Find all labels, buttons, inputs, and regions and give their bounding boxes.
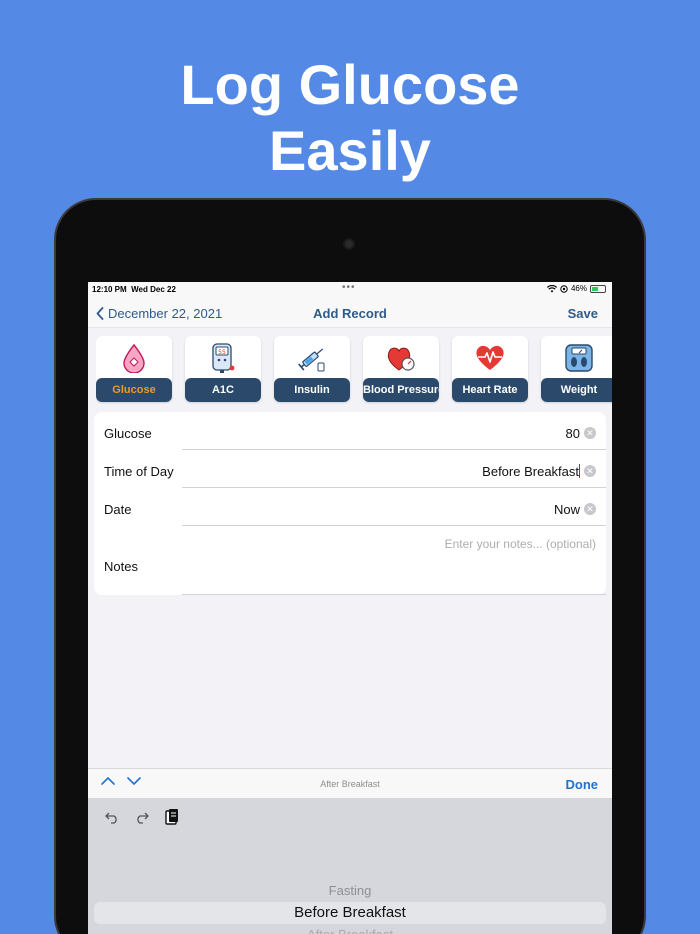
category-a1c[interactable]: 55 A1C [185, 336, 261, 402]
notes-row[interactable]: Notes Enter your notes... (optional) [94, 527, 606, 595]
category-label: Insulin [274, 378, 350, 402]
chevron-left-icon [96, 307, 104, 320]
picker-option[interactable]: Fasting [88, 880, 612, 902]
status-date-text: Wed Dec 22 [131, 285, 176, 294]
wifi-icon [546, 284, 557, 292]
status-time-text: 12:10 PM [92, 285, 127, 294]
divider [182, 594, 606, 595]
heart-rate-icon [476, 345, 504, 370]
back-button[interactable]: December 22, 2021 [96, 306, 222, 321]
headline-line-2: Easily [269, 119, 431, 182]
time-of-day-label: Time of Day [104, 464, 174, 479]
date-label: Date [104, 502, 132, 517]
clear-date-icon[interactable]: ✕ [584, 503, 596, 515]
divider [182, 525, 606, 526]
navigation-bar: December 22, 2021 Add Record Save [88, 298, 612, 328]
time-of-day-picker[interactable]: Fasting Before Breakfast After Breakfast [88, 880, 612, 934]
category-blood-pressure[interactable]: Blood Pressure [363, 336, 439, 402]
time-of-day-field[interactable]: Before Breakfast [482, 464, 580, 479]
redo-icon[interactable] [134, 810, 150, 824]
category-label: Glucose [96, 378, 172, 402]
paste-icon[interactable] [164, 808, 180, 826]
date-field[interactable]: Now [554, 502, 580, 517]
status-right: 46% [546, 284, 606, 293]
accessory-hint: After Breakfast [320, 779, 380, 789]
keyboard-accessory-bar: After Breakfast Done [88, 768, 612, 798]
date-row[interactable]: Date Now ✕ [94, 488, 606, 526]
category-label: Blood Pressure [363, 378, 439, 402]
notes-field[interactable]: Enter your notes... (optional) [445, 537, 596, 551]
back-button-label: December 22, 2021 [108, 306, 223, 321]
record-form: Glucose 80 ✕ Time of Day Before Breakfas… [94, 412, 606, 595]
category-weight[interactable]: Weight [541, 336, 612, 402]
glucometer-icon: 55 [212, 343, 235, 373]
undo-icon[interactable] [104, 810, 120, 824]
headline: Log Glucose Easily [0, 52, 700, 184]
clear-time-of-day-icon[interactable]: ✕ [584, 465, 596, 477]
done-button[interactable]: Done [566, 777, 599, 792]
category-insulin[interactable]: Insulin [274, 336, 350, 402]
category-label: Weight [541, 378, 612, 402]
syringe-icon [298, 348, 325, 372]
headline-line-1: Log Glucose [180, 53, 520, 116]
glucose-field[interactable]: 80 [566, 426, 580, 441]
keyboard-toolbar [104, 808, 180, 826]
picker-keyboard: Fasting Before Breakfast After Breakfast [88, 798, 612, 934]
blood-pressure-heart-icon [387, 347, 415, 371]
picker-option-selected[interactable]: Before Breakfast [94, 902, 606, 924]
glucose-row[interactable]: Glucose 80 ✕ [94, 412, 606, 450]
category-selector: Glucose 55 A1C Insulin Blood Pressure He… [96, 336, 612, 404]
svg-text:55: 55 [218, 349, 226, 356]
notes-label: Notes [104, 559, 138, 574]
category-label: Heart Rate [452, 378, 528, 402]
picker-option[interactable]: After Breakfast [88, 924, 612, 934]
category-glucose[interactable]: Glucose [96, 336, 172, 402]
glucose-label: Glucose [104, 426, 152, 441]
text-cursor [579, 464, 580, 478]
time-of-day-value: Before Breakfast [482, 464, 579, 479]
location-lock-icon [560, 284, 568, 293]
category-heart-rate[interactable]: Heart Rate [452, 336, 528, 402]
save-button[interactable]: Save [568, 306, 598, 321]
scale-icon [565, 344, 593, 372]
multitasking-dots-icon[interactable]: ••• [342, 282, 356, 293]
battery-percent: 46% [570, 284, 587, 293]
battery-icon [590, 284, 606, 293]
category-label: A1C [185, 378, 261, 402]
camera-icon [343, 238, 355, 250]
status-bar: 12:10 PM Wed Dec 22 ••• 46% [88, 282, 612, 298]
status-time: 12:10 PM Wed Dec 22 [92, 285, 176, 294]
time-of-day-row[interactable]: Time of Day Before Breakfast ✕ [94, 450, 606, 488]
glucose-drop-icon [123, 343, 145, 373]
clear-glucose-icon[interactable]: ✕ [584, 427, 596, 439]
app-screen: 12:10 PM Wed Dec 22 ••• 46% December 22,… [88, 282, 612, 934]
